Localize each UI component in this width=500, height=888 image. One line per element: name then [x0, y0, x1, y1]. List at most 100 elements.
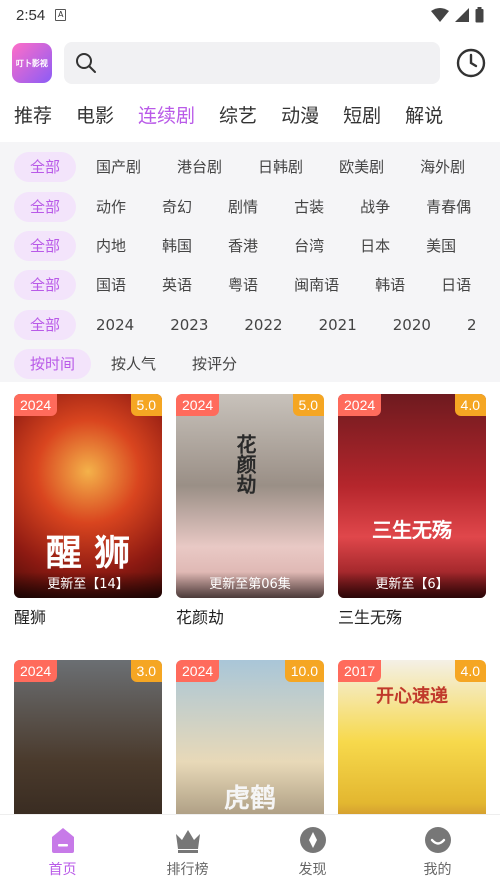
filter-chip[interactable]: 全部 [14, 270, 77, 300]
filter-row-genre: 全部 动作 奇幻 剧情 古装 战争 青春偶 [14, 192, 500, 222]
poster-title-art: 开心速递 [376, 686, 448, 707]
filter-chip[interactable]: 2022 [244, 310, 282, 340]
tab-short[interactable]: 短剧 [343, 101, 381, 128]
nav-profile-label: 我的 [423, 861, 452, 878]
filter-chip[interactable]: 韩国 [162, 231, 192, 261]
app-logo-text: 叮卜影视 [15, 58, 48, 68]
filter-chip[interactable]: 2021 [319, 310, 357, 340]
search-bar[interactable] [63, 42, 441, 84]
filter-chip[interactable]: 古装 [294, 192, 324, 222]
app-logo[interactable]: 叮卜影视 [12, 43, 52, 83]
video-title: 三生无殇 [338, 608, 403, 627]
video-card[interactable]: 醒 狮 2024 5.0 更新至【14】 醒狮 [14, 394, 162, 628]
year-badge: 2024 [14, 660, 58, 682]
filter-chip[interactable]: 2023 [170, 310, 208, 340]
status-time: 2:54 [16, 6, 46, 24]
tab-variety[interactable]: 综艺 [219, 101, 257, 128]
filter-chip[interactable]: 全部 [14, 231, 77, 261]
update-status: 更新至【6】 [338, 572, 486, 598]
filter-chip[interactable]: 韩语 [375, 270, 405, 300]
poster-title-art: 三生无殇 [372, 518, 452, 542]
video-title: 花颜劫 [176, 608, 225, 627]
compass-icon [299, 826, 326, 853]
score-badge: 5.0 [292, 394, 324, 416]
filter-chip[interactable]: 台湾 [294, 231, 324, 261]
year-badge: 2024 [176, 394, 220, 416]
filter-chip[interactable]: 美国 [426, 231, 456, 261]
poster-title-art: 虎鹤 [223, 784, 276, 814]
filter-chip[interactable]: 日韩剧 [258, 152, 303, 182]
year-badge: 2024 [338, 394, 382, 416]
filter-chip[interactable]: 2020 [393, 310, 431, 340]
crown-icon [175, 829, 200, 853]
filter-chip[interactable]: 国语 [96, 270, 126, 300]
filter-row-language: 全部 国语 英语 粤语 闽南语 韩语 日语 [14, 270, 500, 300]
score-badge: 4.0 [454, 660, 486, 682]
year-badge: 2024 [14, 394, 58, 416]
filter-chip[interactable]: 奇幻 [162, 192, 192, 222]
wifi-icon [431, 8, 449, 22]
video-title: 醒狮 [14, 608, 47, 627]
filter-chip[interactable]: 动作 [96, 192, 126, 222]
filter-chip[interactable]: 战争 [360, 192, 390, 222]
poster-title-art: 醒 狮 [45, 533, 131, 574]
nav-home[interactable]: 首页 [0, 815, 125, 888]
status-bar: 2:54 A [0, 0, 500, 30]
smile-icon [424, 826, 451, 853]
header: 叮卜影视 [0, 36, 500, 90]
score-badge: 5.0 [130, 394, 162, 416]
nav-ranking-label: 排行榜 [166, 861, 209, 878]
update-status: 更新至【14】 [14, 572, 162, 598]
sort-chip[interactable]: 按人气 [111, 349, 156, 379]
poster-image: 三生无殇 2024 4.0 更新至【6】 [338, 394, 486, 598]
filter-chip[interactable]: 青春偶 [426, 192, 471, 222]
filter-chip[interactable]: 日语 [441, 270, 471, 300]
video-card[interactable]: 花颜劫 2024 5.0 更新至第06集 花颜劫 [176, 394, 324, 628]
filter-chip[interactable]: 内地 [96, 231, 126, 261]
filter-row-region: 全部 内地 韩国 香港 台湾 日本 美国 [14, 231, 500, 261]
tab-movie[interactable]: 电影 [76, 101, 114, 128]
poster-image: 花颜劫 2024 5.0 更新至第06集 [176, 394, 324, 598]
score-badge: 4.0 [454, 394, 486, 416]
score-badge: 10.0 [284, 660, 324, 682]
filter-panel: 全部 国产剧 港台剧 日韩剧 欧美剧 海外剧 全部 动作 奇幻 剧情 古装 战争… [0, 142, 500, 382]
video-card[interactable]: 三生无殇 2024 4.0 更新至【6】 三生无殇 [338, 394, 486, 628]
battery-icon [475, 7, 484, 23]
filter-chip[interactable]: 剧情 [228, 192, 258, 222]
filter-chip[interactable]: 港台剧 [177, 152, 222, 182]
filter-chip[interactable]: 欧美剧 [339, 152, 384, 182]
sim-icon: A [55, 9, 67, 21]
sort-chip[interactable]: 按评分 [192, 349, 237, 379]
filter-chip[interactable]: 全部 [14, 152, 77, 182]
tab-series[interactable]: 连续剧 [138, 101, 195, 128]
tab-recommend[interactable]: 推荐 [14, 101, 52, 128]
home-icon [51, 827, 74, 853]
nav-profile[interactable]: 我的 [375, 815, 500, 888]
filter-chip[interactable]: 闽南语 [294, 270, 339, 300]
history-button[interactable] [454, 46, 488, 80]
tab-commentary[interactable]: 解说 [405, 101, 443, 128]
signal-icon [455, 8, 469, 22]
filter-chip[interactable]: 日本 [360, 231, 390, 261]
filter-chip[interactable]: 全部 [14, 310, 77, 340]
filter-row-sort: 按时间 按人气 按评分 [14, 349, 500, 379]
filter-chip[interactable]: 全部 [14, 192, 77, 222]
filter-row-type: 全部 国产剧 港台剧 日韩剧 欧美剧 海外剧 [14, 152, 500, 182]
filter-chip[interactable]: 香港 [228, 231, 258, 261]
sort-chip[interactable]: 按时间 [14, 349, 92, 379]
filter-chip[interactable]: 2 [467, 310, 477, 340]
filter-chip[interactable]: 粤语 [228, 270, 258, 300]
filter-chip[interactable]: 国产剧 [96, 152, 141, 182]
score-badge: 3.0 [130, 660, 162, 682]
filter-row-year: 全部 2024 2023 2022 2021 2020 2 [14, 310, 500, 340]
nav-discover[interactable]: 发现 [250, 815, 375, 888]
nav-discover-label: 发现 [298, 861, 327, 878]
tab-anime[interactable]: 动漫 [281, 101, 319, 128]
nav-ranking[interactable]: 排行榜 [125, 815, 250, 888]
filter-chip[interactable]: 海外剧 [420, 152, 465, 182]
bottom-nav: 首页 排行榜 发现 我的 [0, 814, 500, 888]
filter-chip[interactable]: 2024 [96, 310, 134, 340]
clock-icon [456, 48, 486, 78]
search-icon [75, 53, 96, 73]
filter-chip[interactable]: 英语 [162, 270, 192, 300]
